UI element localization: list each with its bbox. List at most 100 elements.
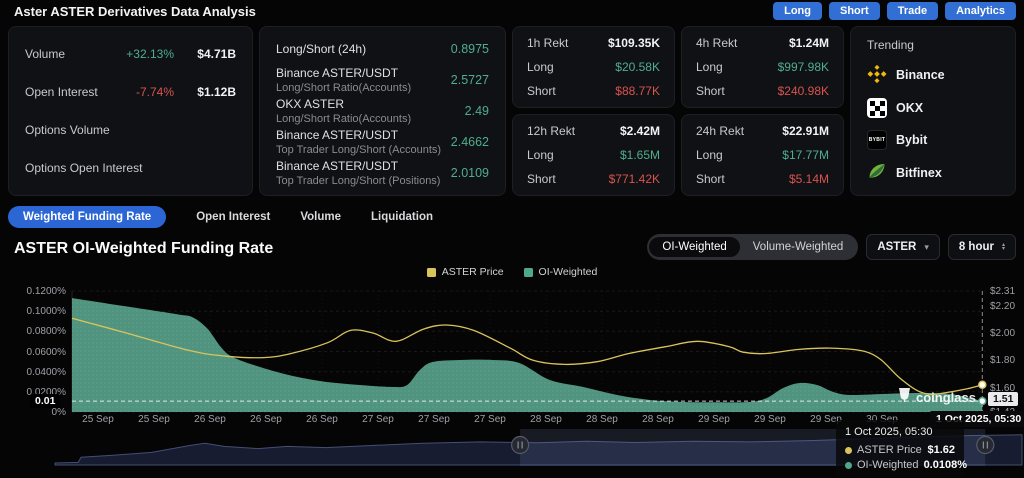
bybit-logo-icon: BYBIT <box>867 130 887 150</box>
bitfinex-logo-icon <box>867 161 887 184</box>
rekt-short-value: $771.42K <box>609 172 660 186</box>
interval-select-value: 8 hour <box>959 241 994 253</box>
rekt-4h-card: 4h Rekt$1.24M Long$997.98K Short$240.98K <box>681 26 844 108</box>
rekt-period: 4h Rekt <box>696 36 737 50</box>
binance-logo-icon <box>867 64 887 87</box>
ratio-row: OKX ASTER Long/Short Ratio(Accounts) 2.4… <box>276 97 489 125</box>
trade-button[interactable]: Trade <box>887 2 938 20</box>
rekt-period: 1h Rekt <box>527 36 568 50</box>
ratio-row: Long/Short (24h) 0.8975 <box>276 35 489 63</box>
navigator-handle-left[interactable] <box>512 437 529 454</box>
volume-stats-panel: Volume +32.13% $4.71B Open Interest -7.7… <box>8 26 253 196</box>
funding-legend-swatch <box>524 268 533 277</box>
trending-item-label: Bitfinex <box>896 166 942 180</box>
rekt-long-label: Long <box>696 60 723 74</box>
rekt-24h-card: 24h Rekt$22.91M Long$17.77M Short$5.14M <box>681 114 844 196</box>
rekt-total: $22.91M <box>782 124 829 138</box>
tooltip-label: ASTER Price <box>857 444 922 456</box>
volume-row: Volume +32.13% $4.71B <box>25 38 236 70</box>
trending-item-label: Bybit <box>896 133 927 147</box>
rekt-long-label: Long <box>527 60 554 74</box>
analytics-button[interactable]: Analytics <box>945 2 1016 20</box>
short-button[interactable]: Short <box>829 2 880 20</box>
ratio-title: Binance ASTER/USDT <box>276 159 451 173</box>
tab-weighted-funding-rate[interactable]: Weighted Funding Rate <box>8 206 166 228</box>
ratio-row: Binance ASTER/USDT Top Trader Long/Short… <box>276 159 489 187</box>
chart-controls: OI-Weighted Volume-Weighted ASTER ▾ 8 ho… <box>647 234 1016 260</box>
trending-item-okx[interactable]: OKX <box>867 98 999 118</box>
tooltip-row: OI-Weighted 0.0108% <box>845 459 955 471</box>
rekt-short-label: Short <box>696 172 725 186</box>
options-open-interest-row: Options Open Interest <box>25 152 236 184</box>
open-interest-row: Open Interest -7.74% $1.12B <box>25 76 236 108</box>
trending-item-bybit[interactable]: BYBIT Bybit <box>867 130 999 150</box>
open-interest-value: $1.12B <box>174 85 236 99</box>
tooltip-label: OI-Weighted <box>857 459 919 471</box>
ratio-subtitle: Long/Short Ratio(Accounts) <box>276 82 451 94</box>
rekt-period: 24h Rekt <box>696 124 744 138</box>
price-axis-badge: 1.51 <box>988 392 1018 406</box>
ratio-title: OKX ASTER <box>276 97 465 111</box>
ratio-title: Long/Short (24h) <box>276 42 451 56</box>
price-legend-swatch <box>427 268 436 277</box>
oi-weighted-toggle[interactable]: OI-Weighted <box>649 237 739 257</box>
ratio-title: Binance ASTER/USDT <box>276 128 451 142</box>
chart-tooltip: 1 Oct 2025, 05:30 ASTER Price $1.62 OI-W… <box>836 420 964 477</box>
ratio-row: Binance ASTER/USDT Top Trader Long/Short… <box>276 128 489 156</box>
symbol-select[interactable]: ASTER ▾ <box>866 234 940 260</box>
trending-item-binance[interactable]: Binance <box>867 64 999 87</box>
volume-weighted-toggle[interactable]: Volume-Weighted <box>740 237 857 257</box>
rekt-12h-card: 12h Rekt$2.42M Long$1.65M Short$771.42K <box>512 114 675 196</box>
options-volume-label: Options Volume <box>25 123 236 137</box>
options-open-interest-label: Options Open Interest <box>25 161 236 175</box>
interval-select[interactable]: 8 hour ▴▾ <box>948 234 1016 260</box>
chart-tabs: Weighted Funding Rate Open Interest Volu… <box>8 206 433 228</box>
open-interest-label: Open Interest <box>25 85 102 99</box>
rekt-1h-card: 1h Rekt$109.35K Long$20.58K Short$88.77K <box>512 26 675 108</box>
ratio-subtitle: Long/Short Ratio(Accounts) <box>276 113 465 125</box>
legend-label: OI-Weighted <box>539 266 598 278</box>
ratio-value: 2.5727 <box>451 73 489 87</box>
long-short-ratios-panel: Long/Short (24h) 0.8975 Binance ASTER/US… <box>259 26 506 196</box>
rekt-short-value: $240.98K <box>778 84 829 98</box>
watermark-text: coinglass <box>916 390 976 405</box>
rekt-long-value: $997.98K <box>778 60 829 74</box>
rekt-short-value: $5.14M <box>789 172 829 186</box>
volume-value: $4.71B <box>174 47 236 61</box>
page-header: Aster ASTER Derivatives Data Analysis Lo… <box>0 0 1024 24</box>
legend-label: ASTER Price <box>442 266 504 278</box>
ratio-value: 2.49 <box>465 104 489 118</box>
legend-item-oi-weighted[interactable]: OI-Weighted <box>524 266 598 278</box>
ratio-value: 2.0109 <box>451 166 489 180</box>
open-interest-change: -7.74% <box>102 85 174 99</box>
trending-panel: Trending Binance OKX BYBIT Bybit <box>850 26 1016 196</box>
rekt-short-label: Short <box>527 172 556 186</box>
tab-open-interest[interactable]: Open Interest <box>196 206 270 228</box>
spinner-arrows-icon: ▴▾ <box>1002 243 1005 252</box>
tooltip-value: 0.0108% <box>924 459 967 471</box>
volume-label: Volume <box>25 47 102 61</box>
weighting-toggle: OI-Weighted Volume-Weighted <box>647 234 858 260</box>
okx-logo-icon <box>867 98 887 118</box>
funding-rate-axis-badge: 0.01 <box>30 394 60 408</box>
ratio-subtitle: Top Trader Long/Short (Positions) <box>276 175 451 187</box>
legend-item-aster-price[interactable]: ASTER Price <box>427 266 504 278</box>
ratio-value: 0.8975 <box>451 42 489 56</box>
options-volume-row: Options Volume <box>25 114 236 146</box>
symbol-select-value: ASTER <box>877 241 916 253</box>
trending-item-bitfinex[interactable]: Bitfinex <box>867 161 999 184</box>
long-button[interactable]: Long <box>773 2 822 20</box>
tab-liquidation[interactable]: Liquidation <box>371 206 433 228</box>
rekt-long-value: $20.58K <box>615 60 660 74</box>
trending-item-label: OKX <box>896 101 923 115</box>
rekt-column-1: 1h Rekt$109.35K Long$20.58K Short$88.77K… <box>512 26 675 196</box>
volume-change: +32.13% <box>102 47 174 61</box>
navigator-handle-right[interactable] <box>977 437 994 454</box>
tab-volume[interactable]: Volume <box>300 206 341 228</box>
rekt-period: 12h Rekt <box>527 124 575 138</box>
rekt-short-value: $88.77K <box>615 84 660 98</box>
rekt-long-value: $17.77M <box>782 148 829 162</box>
ratio-title: Binance ASTER/USDT <box>276 66 451 80</box>
rekt-total: $1.24M <box>789 36 829 50</box>
tooltip-value: $1.62 <box>927 444 955 456</box>
